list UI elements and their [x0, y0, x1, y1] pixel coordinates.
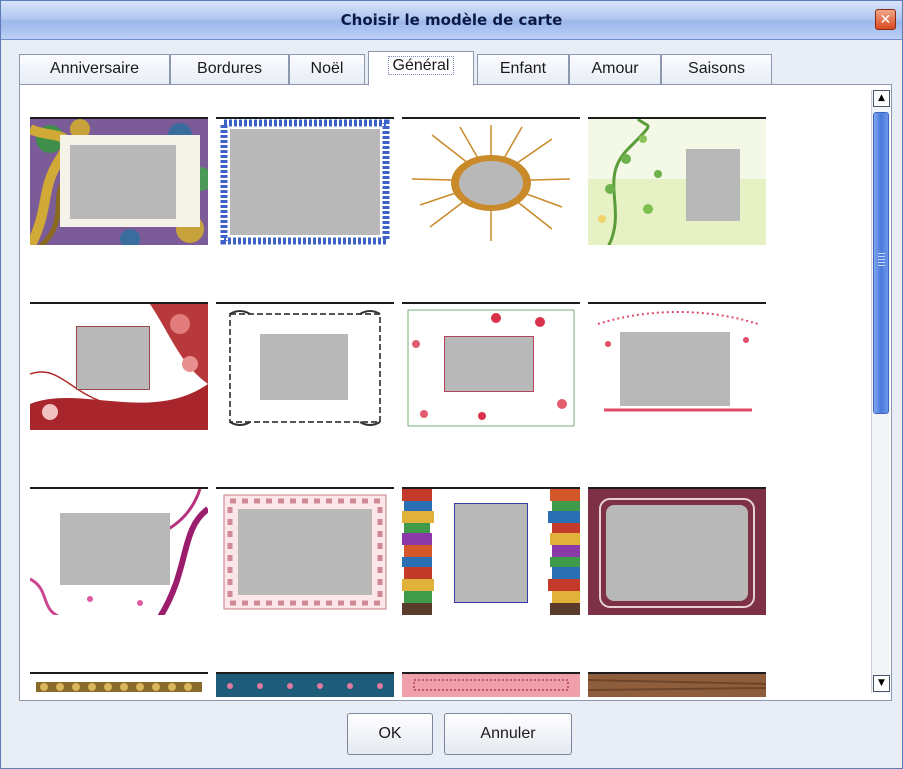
template-thumbnail[interactable] — [588, 117, 766, 245]
template-thumbnail[interactable] — [30, 117, 208, 245]
template-thumbnail[interactable] — [216, 117, 394, 245]
tab-label: Amour — [591, 60, 639, 77]
tab-enfant[interactable]: Enfant — [477, 54, 569, 84]
tab-label: Saisons — [688, 60, 745, 77]
template-thumbnail[interactable] — [30, 672, 208, 697]
template-grid — [30, 117, 880, 697]
tab-bordures[interactable]: Bordures — [170, 54, 289, 84]
template-thumbnail[interactable] — [402, 302, 580, 430]
dialog-buttons: OK Annuler — [1, 706, 902, 768]
template-thumbnail[interactable] — [30, 487, 208, 615]
template-thumbnail[interactable] — [402, 487, 580, 615]
dialog-title: Choisir le modèle de carte — [340, 11, 563, 29]
template-thumbnail[interactable] — [216, 487, 394, 615]
grip-line — [878, 256, 885, 257]
tab-noel[interactable]: Noël — [289, 54, 365, 84]
pink-stripe-art — [402, 674, 580, 697]
photo-placeholder — [230, 129, 380, 235]
photo-placeholder — [454, 503, 528, 603]
dialog-window: Choisir le modèle de carte ✕ Anniversair… — [0, 0, 903, 769]
gold-beads-art — [36, 682, 202, 692]
photo-placeholder — [620, 332, 730, 406]
template-thumbnail[interactable] — [216, 672, 394, 697]
tab-anniversaire[interactable]: Anniversaire — [19, 54, 170, 84]
sunburst-art — [411, 125, 571, 241]
wood-texture-art — [588, 674, 766, 697]
vertical-scrollbar[interactable]: ▲ ▼ — [871, 90, 890, 693]
tab-label: Anniversaire — [50, 60, 139, 77]
close-icon[interactable]: ✕ — [875, 9, 896, 30]
ok-button[interactable]: OK — [347, 713, 433, 755]
grip-line — [878, 262, 885, 263]
template-thumbnail[interactable] — [588, 487, 766, 615]
template-thumbnail[interactable] — [588, 302, 766, 430]
photo-placeholder — [260, 334, 348, 400]
scrollbar-thumb[interactable] — [873, 112, 889, 414]
template-thumbnail[interactable] — [588, 672, 766, 697]
tab-general[interactable]: Général — [368, 51, 474, 86]
tab-label: Général — [387, 56, 455, 75]
tab-label: Enfant — [499, 60, 547, 77]
tab-amour[interactable]: Amour — [569, 54, 661, 84]
tab-label: Noël — [310, 60, 344, 77]
template-thumbnail[interactable] — [402, 117, 580, 245]
photo-placeholder — [76, 326, 150, 390]
cancel-button[interactable]: Annuler — [444, 713, 572, 755]
title-bar[interactable]: Choisir le modèle de carte ✕ — [1, 1, 902, 40]
teal-pattern-art — [216, 674, 394, 697]
grip-line — [878, 265, 885, 266]
photo-placeholder — [60, 513, 170, 585]
template-thumbnail[interactable] — [216, 302, 394, 430]
scroll-up-icon[interactable]: ▲ — [873, 90, 890, 107]
template-thumbnail[interactable] — [402, 672, 580, 697]
template-panel: ▲ ▼ — [19, 84, 892, 701]
photo-placeholder — [606, 505, 748, 601]
template-thumbnail[interactable] — [30, 302, 208, 430]
photo-placeholder — [70, 145, 176, 219]
category-tabs: Anniversaire Bordures Noël Général Enfan… — [19, 51, 889, 86]
photo-placeholder — [444, 336, 534, 392]
photo-placeholder — [686, 149, 740, 221]
scroll-down-icon[interactable]: ▼ — [873, 675, 890, 692]
grip-line — [878, 253, 885, 254]
grip-line — [878, 259, 885, 260]
photo-placeholder — [238, 509, 372, 595]
tab-saisons[interactable]: Saisons — [661, 54, 772, 84]
tab-label: Bordures — [197, 60, 262, 77]
